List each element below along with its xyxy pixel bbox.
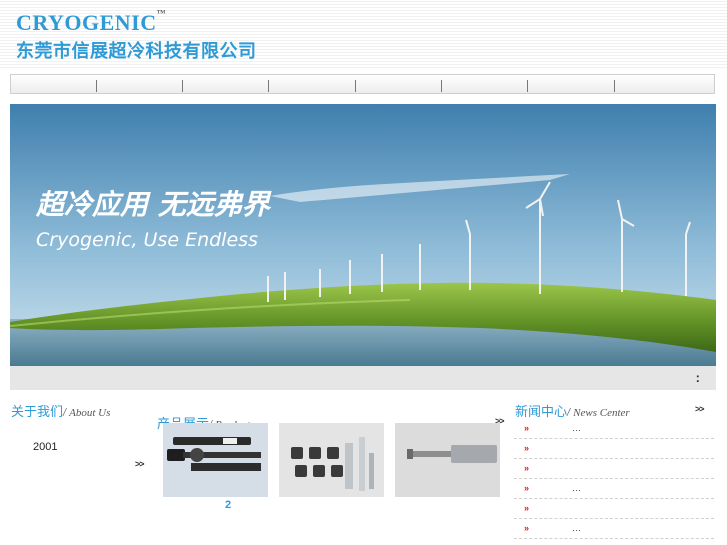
hero-banner: 超冷应用 无远弗界 Cryogenic, Use Endless [10,104,716,366]
news-bullet-icon: » [524,463,529,473]
banner-slogan-cn: 超冷应用 无远弗界 [35,188,272,221]
nav-separator [441,80,442,92]
news-more-link[interactable]: >> [695,404,704,414]
nav-separator [614,80,615,92]
news-item-text[interactable]: … [572,523,581,533]
news-center-title[interactable]: 新闻中心/ News Center [515,401,630,420]
nav-separator [182,80,183,92]
about-us-title-cn: 关于我们 [11,404,64,419]
news-item[interactable]: » [514,439,714,459]
about-us-text: 2001 [33,441,58,453]
trademark-mark: ™ [156,7,167,18]
news-bullet-icon: » [524,443,529,453]
nav-separator [268,80,269,92]
news-bullet-icon: » [524,423,529,433]
logo-text: CRYOGENIC [16,10,157,35]
banner-caption-bar: : [10,366,716,390]
product-image-3[interactable] [395,423,500,497]
news-item[interactable]: » [514,459,714,479]
products-caption: 2 [225,499,232,511]
news-bullet-icon: » [524,483,529,493]
news-item-text[interactable]: … [572,483,581,493]
news-item[interactable]: »… [514,479,714,499]
news-item[interactable]: »… [514,519,714,539]
news-item-text[interactable]: … [572,423,581,433]
nav-separator [96,80,97,92]
nav-separator [355,80,356,92]
product-image-1[interactable] [163,423,268,497]
news-bullet-icon: » [524,523,529,533]
product-tool-holder-image [163,423,268,497]
product-image-2[interactable] [279,423,384,497]
news-title-cn: 新闻中心 [515,404,568,419]
banner-slogan-en: Cryogenic, Use Endless [36,229,258,251]
banner-landscape-image: 超冷应用 无远弗界 Cryogenic, Use Endless [10,104,716,366]
company-name: 东莞市信展超冷科技有限公司 [16,41,257,61]
about-us-title[interactable]: 关于我们/ About Us [11,401,110,420]
about-more-link[interactable]: >> [135,459,144,469]
banner-bar-text: : [695,370,700,385]
news-title-en: News Center [573,407,630,419]
news-list: »… » » »… » »… [514,419,714,539]
news-item[interactable]: »… [514,419,714,439]
about-us-title-en: About Us [69,407,111,419]
news-item[interactable]: » [514,499,714,519]
main-nav-bar [10,74,715,94]
news-bullet-icon: » [524,503,529,513]
logo[interactable]: CRYOGENIC™ [16,7,167,36]
product-cutter-image [395,423,500,497]
nav-separator [527,80,528,92]
product-parts-image [279,423,384,497]
